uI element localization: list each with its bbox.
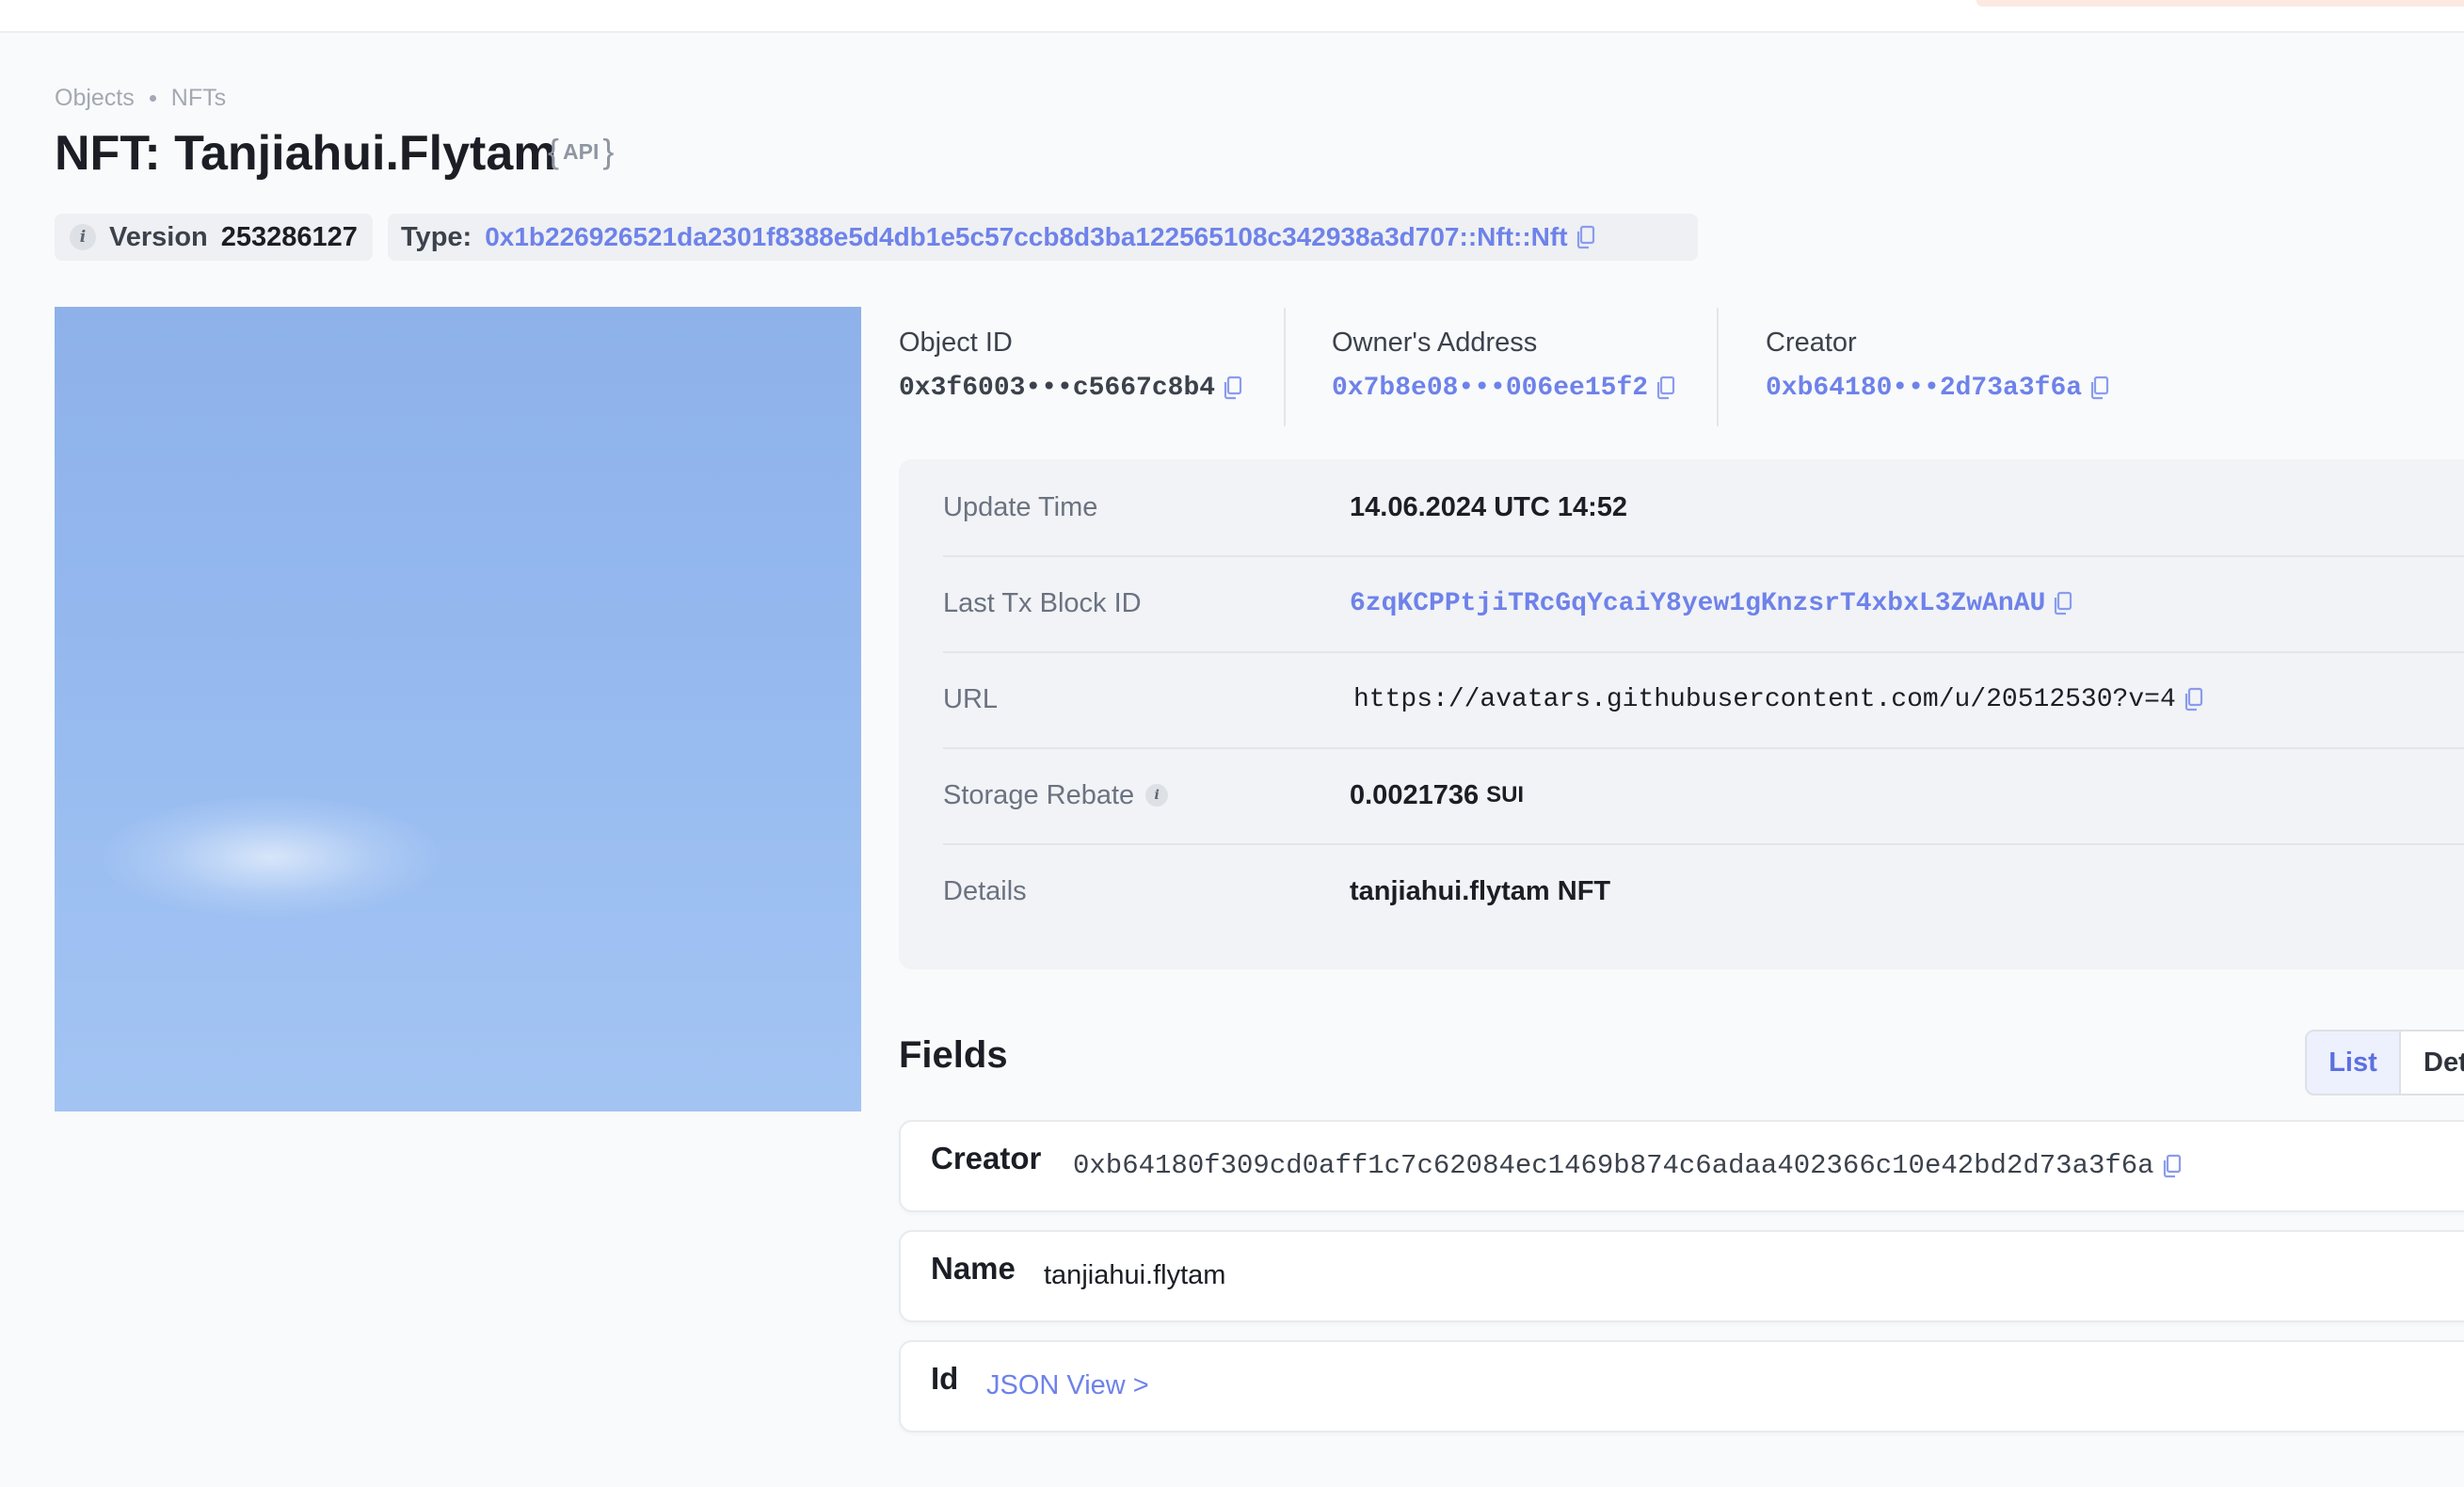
divider: [1284, 308, 1286, 426]
type-pill: Type: 0x1b226926521da2301f8388e5d4db1e5c…: [388, 214, 1698, 261]
copy-icon[interactable]: [1576, 225, 1596, 249]
brace-open-icon: {: [548, 132, 560, 170]
last-tx-link[interactable]: 6zqKCPPtjiTRcGqYcaiY8yew1gKnzsrT4xbxL3Zw…: [1350, 589, 2045, 618]
field-value: tanjiahui.flytam: [1044, 1260, 1226, 1290]
creator-address-link[interactable]: 0xb64180•••2d73a3f6a: [1766, 374, 2082, 403]
copy-icon[interactable]: [2162, 1154, 2183, 1178]
owner-value-row: 0x7b8e08•••006ee15f2: [1332, 374, 1676, 403]
field-key: Id: [931, 1361, 959, 1396]
image-cloud: [102, 796, 440, 919]
object-id-value-row: 0x3f6003•••c5667c8b4: [899, 374, 1243, 403]
owner-label: Owner's Address: [1332, 328, 1538, 358]
detail-view-button[interactable]: Det: [2401, 1031, 2464, 1094]
copy-icon[interactable]: [2184, 687, 2204, 712]
last-tx-label: Last Tx Block ID: [943, 587, 1142, 618]
storage-rebate-value-row: 0.0021736 SUI: [1350, 780, 1524, 811]
breadcrumb-item-objects[interactable]: Objects: [55, 85, 135, 112]
top-bar: [0, 0, 2464, 33]
details-row-url: URL https://avatars.githubusercontent.co…: [943, 651, 2464, 749]
version-label: Version: [109, 221, 208, 252]
divider: [1717, 308, 1719, 426]
creator-value-row: 0xb64180•••2d73a3f6a: [1766, 374, 2110, 403]
json-view-link[interactable]: JSON View >: [986, 1370, 1149, 1401]
field-card-creator: Creator 0xb64180f309cd0aff1c7c62084ec146…: [899, 1120, 2464, 1212]
object-id-block: Object ID 0x3f6003•••c5667c8b4: [899, 328, 1243, 403]
object-id-value: 0x3f6003•••c5667c8b4: [899, 374, 1216, 403]
api-button[interactable]: { API }: [548, 132, 614, 171]
brace-close-icon: }: [602, 132, 615, 170]
api-label: API: [563, 138, 600, 164]
version-pill: i Version 253286127: [55, 214, 373, 261]
creator-label: Creator: [1766, 328, 1857, 358]
field-value: 0xb64180f309cd0aff1c7c62084ec1469b874c6a…: [1073, 1150, 2154, 1181]
list-view-button[interactable]: List: [2307, 1031, 2401, 1094]
details-row-last-tx: Last Tx Block ID 6zqKCPPtjiTRcGqYcaiY8ye…: [943, 555, 2464, 653]
owner-block: Owner's Address 0x7b8e08•••006ee15f2: [1332, 328, 1676, 403]
details-label: Details: [943, 875, 1027, 906]
field-card-id: Id JSON View >: [899, 1340, 2464, 1432]
copy-icon[interactable]: [2089, 376, 2110, 400]
view-toggle: List Det: [2305, 1030, 2464, 1095]
type-value-link[interactable]: 0x1b226926521da2301f8388e5d4db1e5c57ccb8…: [485, 222, 1567, 252]
storage-rebate-label: Storage Rebate: [943, 779, 1135, 810]
url-label: URL: [943, 683, 999, 714]
update-time-value: 14.06.2024 UTC 14:52: [1350, 491, 1628, 522]
creator-block: Creator 0xb64180•••2d73a3f6a: [1766, 328, 2110, 403]
copy-icon[interactable]: [1223, 376, 1243, 400]
details-row-storage-rebate: Storage Rebate i 0.0021736 SUI: [943, 747, 2464, 845]
object-id-label: Object ID: [899, 328, 1013, 358]
version-value: 253286127: [220, 221, 358, 252]
copy-icon[interactable]: [1656, 376, 1676, 400]
storage-rebate-label-row: Storage Rebate i: [943, 779, 1169, 811]
owner-address-link[interactable]: 0x7b8e08•••006ee15f2: [1332, 374, 1648, 403]
last-tx-value-row: 6zqKCPPtjiTRcGqYcaiY8yew1gKnzsrT4xbxL3Zw…: [1350, 589, 2073, 618]
storage-rebate-unit: SUI: [1486, 782, 1525, 807]
fields-title: Fields: [899, 1034, 1008, 1076]
url-value: https://avatars.githubusercontent.com/u/…: [1353, 684, 2176, 714]
field-value-row: 0xb64180f309cd0aff1c7c62084ec1469b874c6a…: [1073, 1150, 2183, 1181]
breadcrumb: Objects NFTs: [55, 85, 226, 112]
field-key: Creator: [931, 1141, 1042, 1175]
copy-icon[interactable]: [2053, 591, 2073, 616]
field-card-name: Name tanjiahui.flytam: [899, 1230, 2464, 1322]
details-card: Update Time 14.06.2024 UTC 14:52 Last Tx…: [899, 459, 2464, 969]
page-title: NFT: Tanjiahui.Flytam: [55, 126, 557, 181]
info-icon[interactable]: i: [1145, 784, 1169, 807]
update-time-label: Update Time: [943, 491, 1098, 522]
top-bar-accent: [1976, 0, 2464, 7]
nft-image: [55, 307, 861, 1111]
info-icon[interactable]: i: [70, 224, 96, 250]
details-row-details: Details tanjiahui.flytam NFT: [943, 843, 2464, 939]
details-row-update-time: Update Time 14.06.2024 UTC 14:52: [943, 459, 2464, 557]
field-key: Name: [931, 1251, 1016, 1286]
breadcrumb-separator: [149, 95, 156, 102]
storage-rebate-value: 0.0021736: [1350, 779, 1480, 810]
type-label: Type:: [401, 221, 472, 252]
breadcrumb-item-nfts[interactable]: NFTs: [171, 85, 226, 112]
details-value: tanjiahui.flytam NFT: [1350, 875, 1611, 906]
url-value-row: https://avatars.githubusercontent.com/u/…: [1353, 685, 2204, 714]
